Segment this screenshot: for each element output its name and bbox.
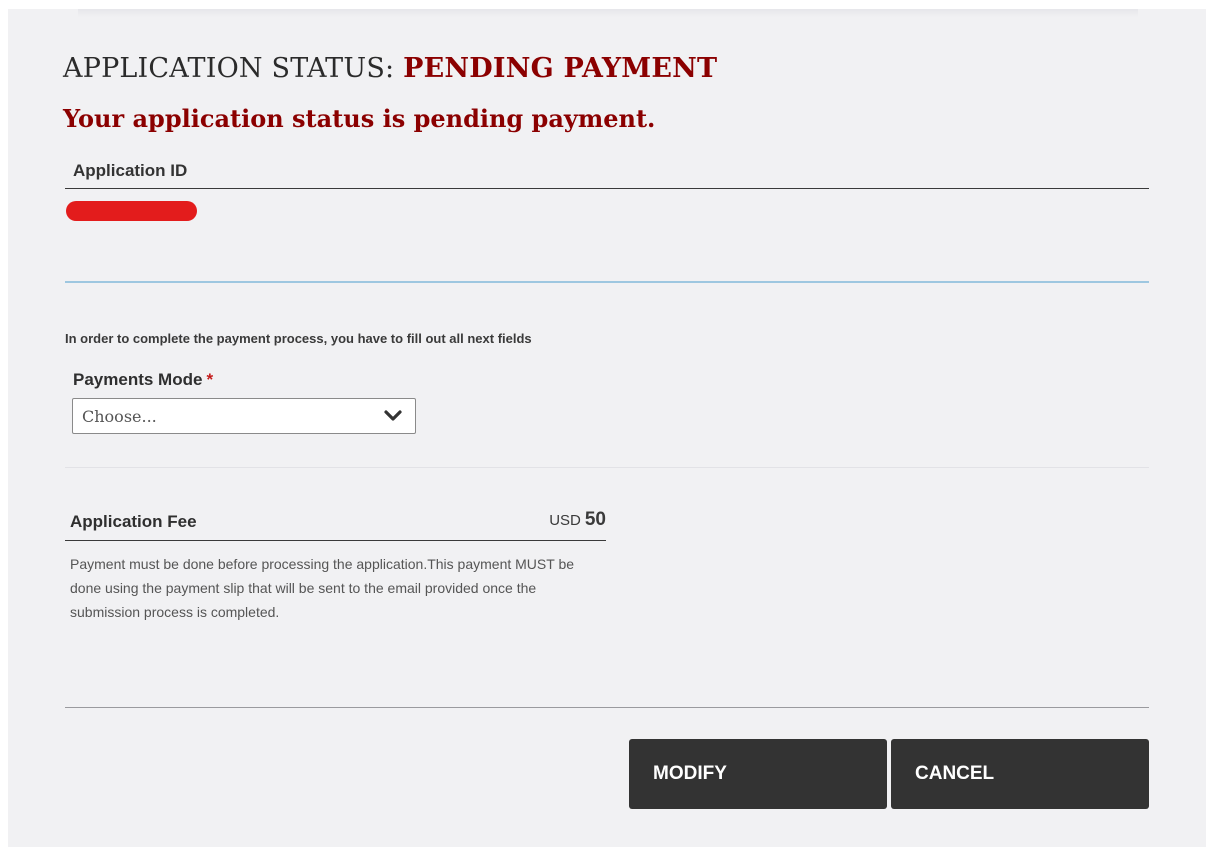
status-heading-prefix: APPLICATION STATUS: <box>63 53 395 84</box>
application-fee-amount: USD 50 <box>549 509 606 531</box>
application-status-page: APPLICATION STATUS: PENDING PAYMENT Your… <box>8 9 1206 847</box>
status-value: PENDING PAYMENT <box>403 53 718 84</box>
application-id-divider <box>65 188 1149 189</box>
payments-mode-label: Payments Mode * <box>73 370 213 390</box>
payments-mode-select[interactable]: Choose... <box>72 398 416 434</box>
payment-instruction: In order to complete the payment process… <box>65 331 532 346</box>
application-id-label: Application ID <box>73 161 188 180</box>
required-marker: * <box>206 370 214 389</box>
chevron-down-icon <box>384 410 402 421</box>
form-divider <box>65 467 1149 468</box>
fee-currency: USD <box>549 512 581 529</box>
top-shadow <box>78 9 1138 17</box>
application-fee-note: Payment must be done before processing t… <box>70 556 575 620</box>
application-fee-divider <box>65 540 606 541</box>
status-message: Your application status is pending payme… <box>63 104 656 133</box>
payments-mode-label-text: Payments Mode <box>73 370 203 389</box>
application-fee-label: Application Fee <box>70 512 197 531</box>
modify-button[interactable]: MODIFY <box>629 739 887 809</box>
page-title: APPLICATION STATUS: PENDING PAYMENT <box>63 53 717 84</box>
section-divider <box>65 281 1149 283</box>
payments-mode-selected-value: Choose... <box>82 407 157 426</box>
cancel-button[interactable]: CANCEL <box>891 739 1149 809</box>
actions-divider <box>65 707 1149 708</box>
application-id-redaction <box>66 201 197 221</box>
fee-value: 50 <box>584 509 606 530</box>
